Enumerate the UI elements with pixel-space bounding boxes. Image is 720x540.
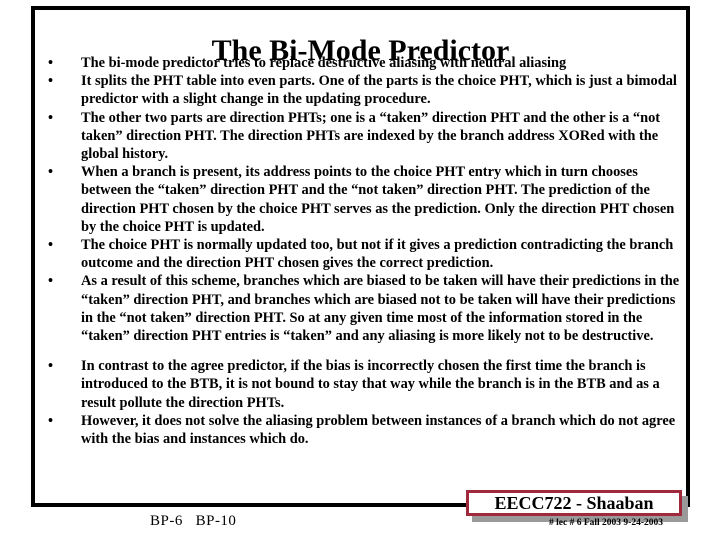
slide-content-frame: The Bi-Mode Predictor • The bi-mode predi… [31, 6, 690, 507]
bullet-item: • The other two parts are direction PHTs;… [43, 109, 686, 164]
bullet-text: The bi-mode predictor tries to replace d… [81, 55, 567, 71]
bullet-text: In contrast to the agree predictor, if t… [81, 358, 660, 411]
bullet-marker-icon: • [48, 273, 54, 290]
course-badge-group: EECC722 - Shaaban # lec # 6 Fall 2003 9-… [466, 490, 690, 538]
bullet-item: • However, it does not solve the aliasing… [43, 412, 686, 448]
bullet-marker-icon: • [48, 55, 54, 71]
bullet-item: • As a result of this scheme, branches wh… [43, 272, 686, 345]
bullet-marker-icon: • [48, 358, 54, 375]
bullet-list: • The bi-mode predictor tries to replace … [43, 54, 686, 448]
course-meta-label: # lec # 6 Fall 2003 9-24-2003 [549, 518, 663, 528]
bullet-text: As a result of this scheme, branches whi… [81, 273, 680, 345]
bullet-marker-icon: • [48, 73, 54, 90]
bullet-text: It splits the PHT table into even parts.… [81, 73, 677, 108]
bullet-item: • It splits the PHT table into even parts… [43, 72, 686, 108]
bullet-text: The other two parts are direction PHTs; … [81, 109, 661, 163]
bullet-item: • In contrast to the agree predictor, if … [43, 357, 686, 412]
course-badge: EECC722 - Shaaban [466, 490, 682, 516]
bullet-marker-icon: • [48, 237, 54, 254]
bullet-marker-icon: • [48, 164, 54, 181]
slide-canvas: The Bi-Mode Predictor • The bi-mode predi… [0, 0, 720, 540]
bullet-marker-icon: • [48, 109, 54, 126]
bullet-marker-icon: • [48, 412, 54, 429]
bullet-text: The choice PHT is normally updated too, … [81, 237, 674, 272]
course-badge-label: EECC722 - Shaaban [494, 493, 654, 513]
slide-page-number: BP-6 BP-10 [150, 513, 237, 529]
bullet-text: However, it does not solve the aliasing … [81, 412, 676, 448]
bullet-item: • The bi-mode predictor tries to replace … [43, 54, 686, 72]
bullet-item: • When a branch is present, its address p… [43, 163, 686, 236]
bullet-item: • The choice PHT is normally updated too,… [43, 236, 686, 272]
bullet-text: When a branch is present, its address po… [81, 164, 675, 235]
